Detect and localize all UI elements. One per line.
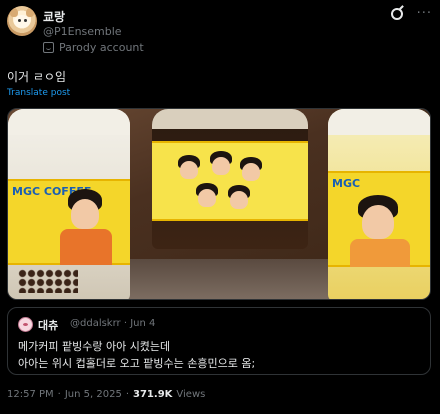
drink-cup-middle	[152, 109, 308, 249]
cup-sleeve	[152, 141, 308, 221]
footer-separator: ·	[125, 389, 130, 400]
parody-mask-icon	[43, 42, 54, 53]
quoted-post-text-line1: 메가커피 팥빙수랑 아아 시켰는데	[18, 340, 171, 353]
post-image[interactable]: MGC COFFEE MGC	[7, 108, 431, 300]
post-time[interactable]: 12:57 PM	[7, 389, 54, 400]
cup-sleeve: MGC COFFEE	[8, 179, 130, 265]
sleeve-person-face	[362, 205, 394, 239]
quoted-author-handle: @ddalskrr	[70, 318, 121, 329]
quoted-post-date: Jun 4	[130, 318, 156, 329]
quoted-author-avatar[interactable]	[18, 317, 33, 332]
quoted-author-meta: @ddalskrr · Jun 4	[70, 318, 155, 329]
author-display-name[interactable]: 쿄랑	[43, 8, 65, 25]
avatar-face	[14, 15, 30, 28]
sleeve-person-shirt	[60, 229, 112, 265]
post-text: 이거 ㄹㅇ임	[7, 70, 67, 84]
post-date[interactable]: Jun 5, 2025	[65, 389, 122, 400]
avatar-eye-left	[18, 19, 21, 22]
author-avatar[interactable]	[7, 6, 37, 36]
drink-cup-right: MGC	[328, 109, 430, 299]
avatar-eye-right	[24, 19, 27, 22]
sleeve-person-face	[180, 161, 198, 179]
meta-separator: ·	[123, 318, 128, 329]
sleeve-brand-text: MGC	[332, 177, 361, 190]
cup-sleeve: MGC	[328, 171, 430, 267]
cup-lid	[152, 109, 308, 129]
sleeve-person-face	[198, 189, 216, 207]
views-count: 371.9K	[133, 389, 173, 400]
author-handle[interactable]: @P1Ensemble	[43, 25, 122, 38]
parody-badge-label: Parody account	[59, 41, 144, 54]
parody-badge: Parody account	[43, 41, 144, 54]
cup-lid	[328, 109, 430, 135]
quoted-post[interactable]: 대츄 @ddalskrr · Jun 4 메가커피 팥빙수랑 아아 시켰는데 아…	[7, 307, 431, 375]
translate-post-link[interactable]: Translate post	[7, 88, 70, 98]
post-footer: 12:57 PM · Jun 5, 2025 · 371.9K Views	[7, 389, 205, 400]
views-label: Views	[176, 389, 206, 400]
quoted-author-name: 대츄	[38, 319, 59, 332]
sleeve-person-face	[71, 199, 99, 229]
footer-separator: ·	[57, 389, 61, 400]
tapioca-pearls	[18, 269, 78, 293]
more-icon[interactable]: ···	[417, 7, 432, 20]
cup-lid	[8, 109, 130, 135]
sleeve-person-face	[212, 157, 230, 175]
grok-icon[interactable]	[390, 8, 403, 20]
sleeve-person-shirt	[350, 239, 410, 267]
sleeve-person-face	[230, 191, 248, 209]
header-actions: ···	[390, 7, 432, 20]
sleeve-person-face	[242, 163, 260, 181]
post-header: 쿄랑 @P1Ensemble Parody account ···	[7, 6, 432, 56]
drink-cup-left: MGC COFFEE	[8, 109, 130, 299]
quoted-post-text-line2: 아아는 위시 컵홀더로 오고 팥빙수는 손흥민으로 옴;	[18, 357, 256, 370]
